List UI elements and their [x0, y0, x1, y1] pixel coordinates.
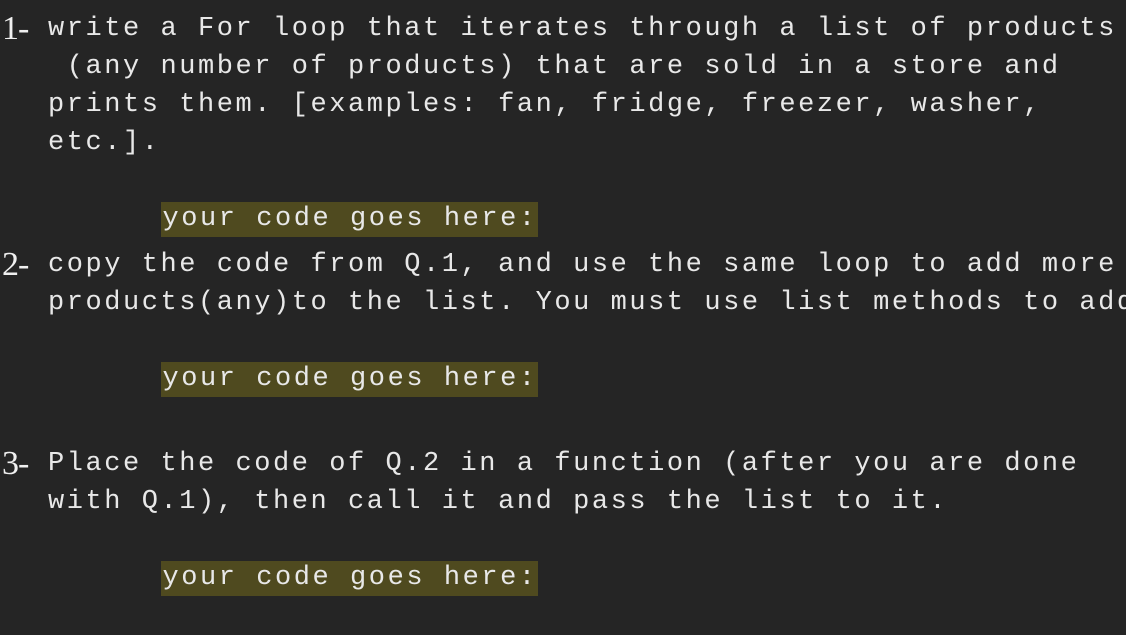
question-number: 3-: [2, 445, 29, 482]
question-line: (any number of products) that are sold i…: [48, 52, 1061, 82]
answer-line: your code goes here:: [48, 162, 1126, 237]
answer-line: your code goes here:: [48, 322, 1126, 397]
question-line: copy the code from Q.1, and use the same…: [48, 250, 1117, 280]
question-line: write a For loop that iterates through a…: [48, 14, 1117, 44]
question-text: Place the code of Q.2 in a function (aft…: [48, 445, 1126, 596]
answer-prompt-highlight[interactable]: your code goes here:: [160, 362, 538, 397]
question-line: Place the code of Q.2 in a function (aft…: [48, 449, 1080, 479]
question-number: 1-: [2, 10, 29, 47]
answer-line: your code goes here:: [48, 521, 1126, 596]
question-text: write a For loop that iterates through a…: [48, 10, 1126, 237]
question-line: with Q.1), then call it and pass the lis…: [48, 487, 949, 517]
question-line: prints them. [examples: fan, fridge, fre…: [48, 90, 1042, 120]
question-text: copy the code from Q.1, and use the same…: [48, 246, 1126, 397]
question-number: 2-: [2, 246, 29, 283]
answer-prompt-highlight[interactable]: your code goes here:: [160, 202, 538, 237]
question-line: products(any)to the list. You must use l…: [48, 288, 1126, 318]
answer-prompt-highlight[interactable]: your code goes here:: [160, 561, 538, 596]
question-line: etc.].: [48, 128, 161, 158]
